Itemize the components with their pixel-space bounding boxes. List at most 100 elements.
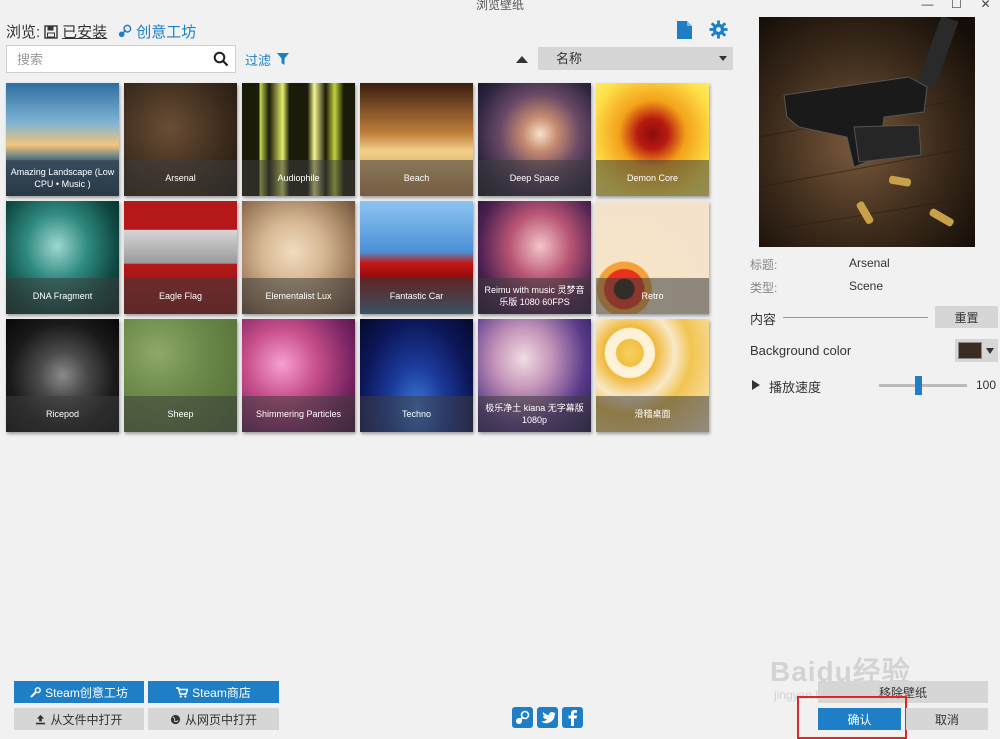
steam-workshop-label: Steam创意工坊: [45, 685, 128, 700]
wallpaper-tile[interactable]: Demon Core: [596, 83, 709, 196]
title-bar: 浏览壁纸 — ☐ ✕: [0, 0, 1000, 12]
sort-select[interactable]: 名称: [538, 47, 733, 70]
chevron-down-icon: [986, 348, 994, 354]
wallpaper-tile[interactable]: Ricepod: [6, 319, 119, 432]
gear-icon[interactable]: [709, 20, 728, 39]
wallpaper-tile[interactable]: Sheep: [124, 319, 237, 432]
facebook-icon[interactable]: [562, 707, 583, 728]
content-divider: [783, 317, 928, 318]
wallpaper-title: Reimu with music 灵梦音乐版 1080 60FPS: [478, 278, 591, 314]
wallpaper-tile[interactable]: Arsenal: [124, 83, 237, 196]
type-value: Scene: [849, 279, 884, 293]
wallpaper-title: Fantastic Car: [360, 278, 473, 314]
wallpaper-title: Ricepod: [6, 396, 119, 432]
speed-section: 播放速度: [750, 377, 998, 397]
wallpaper-title: 滑稽桌面: [596, 396, 709, 432]
new-file-icon[interactable]: [676, 20, 693, 40]
title-value: Arsenal: [849, 256, 890, 270]
wallpaper-tile[interactable]: 滑稽桌面: [596, 319, 709, 432]
globe-icon: [170, 714, 181, 724]
wallpaper-title: Arsenal: [124, 160, 237, 196]
wallpaper-tile[interactable]: Elementalist Lux: [242, 201, 355, 314]
open-web-button[interactable]: 从网页中打开: [148, 708, 279, 730]
wallpaper-tile[interactable]: Eagle Flag: [124, 201, 237, 314]
close-button[interactable]: ✕: [971, 0, 1000, 11]
search-box: [6, 45, 236, 73]
filter-button[interactable]: 过滤: [245, 50, 290, 69]
wallpaper-title: Deep Space: [478, 160, 591, 196]
slider-handle[interactable]: [915, 376, 923, 395]
wallpaper-grid: Amazing Landscape (Low CPU • Music ) Ars…: [6, 83, 709, 432]
wallpaper-title: Demon Core: [596, 160, 709, 196]
wallpaper-title: Eagle Flag: [124, 278, 237, 314]
wallpaper-title: Amazing Landscape (Low CPU • Music ): [6, 160, 119, 196]
workshop-label: 创意工坊: [136, 24, 197, 41]
funnel-icon: [277, 53, 290, 65]
wallpaper-title: Shimmering Particles: [242, 396, 355, 432]
expand-arrow-icon[interactable]: [752, 380, 760, 390]
preview-image: [759, 17, 975, 247]
speed-slider[interactable]: [879, 376, 967, 395]
content-label: 内容: [750, 312, 777, 327]
top-icons: [676, 20, 728, 40]
cancel-button[interactable]: 取消: [906, 708, 988, 730]
wallpaper-tile[interactable]: DNA Fragment: [6, 201, 119, 314]
wallpaper-title: Audiophile: [242, 160, 355, 196]
wallpaper-title: Retro: [596, 278, 709, 314]
wallpaper-title: DNA Fragment: [6, 278, 119, 314]
wallpaper-tile[interactable]: Shimmering Particles: [242, 319, 355, 432]
wallpaper-tile[interactable]: Amazing Landscape (Low CPU • Music ): [6, 83, 119, 196]
wallpaper-title: 极乐净土 kiana 无字幕版 1080p: [478, 396, 591, 432]
bgcolor-label: Background color: [750, 343, 852, 358]
window-title: 浏览壁纸: [475, 0, 524, 12]
bgcolor-picker[interactable]: [955, 339, 998, 362]
wallpaper-title: Beach: [360, 160, 473, 196]
wallpaper-tile[interactable]: Audiophile: [242, 83, 355, 196]
speed-value: 100: [976, 378, 997, 392]
wallpaper-tile[interactable]: 极乐净土 kiana 无字幕版 1080p: [478, 319, 591, 432]
wrench-icon: [30, 686, 42, 698]
search-input[interactable]: [7, 46, 197, 72]
window-controls: — ☐ ✕: [913, 0, 1000, 11]
open-file-button[interactable]: 从文件中打开: [14, 708, 144, 730]
wallpaper-tile[interactable]: Beach: [360, 83, 473, 196]
steam-store-button[interactable]: Steam商店: [148, 681, 279, 703]
twitter-icon[interactable]: [537, 707, 558, 728]
chevron-down-icon: [719, 56, 727, 61]
sort-direction-icon[interactable]: [516, 56, 528, 63]
maximize-button[interactable]: ☐: [942, 0, 971, 11]
sort-selected-label: 名称: [556, 51, 583, 66]
steam-icon[interactable]: [512, 707, 533, 728]
confirm-button[interactable]: 确认: [818, 708, 901, 730]
wallpaper-tile[interactable]: Reimu with music 灵梦音乐版 1080 60FPS: [478, 201, 591, 314]
wallpaper-tile[interactable]: Retro: [596, 201, 709, 314]
open-file-label: 从文件中打开: [50, 712, 123, 727]
installed-tab[interactable]: 已安装: [44, 21, 107, 42]
wallpaper-title: Techno: [360, 396, 473, 432]
title-key: 标题:: [750, 258, 778, 272]
wallpaper-title: Elementalist Lux: [242, 278, 355, 314]
steam-workshop-button[interactable]: Steam创意工坊: [14, 681, 144, 703]
steam-store-label: Steam商店: [192, 685, 251, 700]
color-swatch: [958, 342, 982, 359]
wallpaper-tile[interactable]: Techno: [360, 319, 473, 432]
save-icon: [44, 24, 58, 39]
steam-icon: [119, 24, 132, 38]
wallpaper-title: Sheep: [124, 396, 237, 432]
wallpaper-tile[interactable]: Deep Space: [478, 83, 591, 196]
speed-label: 播放速度: [769, 380, 822, 395]
workshop-tab[interactable]: 创意工坊: [117, 21, 196, 42]
open-web-label: 从网页中打开: [184, 712, 257, 727]
browse-label: 浏览:: [6, 24, 41, 41]
pistol-preview-illustration: [759, 17, 975, 247]
upload-icon: [36, 714, 46, 724]
search-icon[interactable]: [213, 51, 229, 67]
reset-button[interactable]: 重置: [935, 306, 998, 328]
minimize-button[interactable]: —: [913, 0, 942, 11]
cart-icon: [176, 686, 189, 698]
installed-label: 已安装: [62, 24, 108, 41]
social-links: [512, 707, 583, 728]
type-key: 类型:: [750, 281, 778, 295]
wallpaper-tile[interactable]: Fantastic Car: [360, 201, 473, 314]
browse-bar: 浏览: 已安装 创意工坊: [6, 21, 196, 42]
